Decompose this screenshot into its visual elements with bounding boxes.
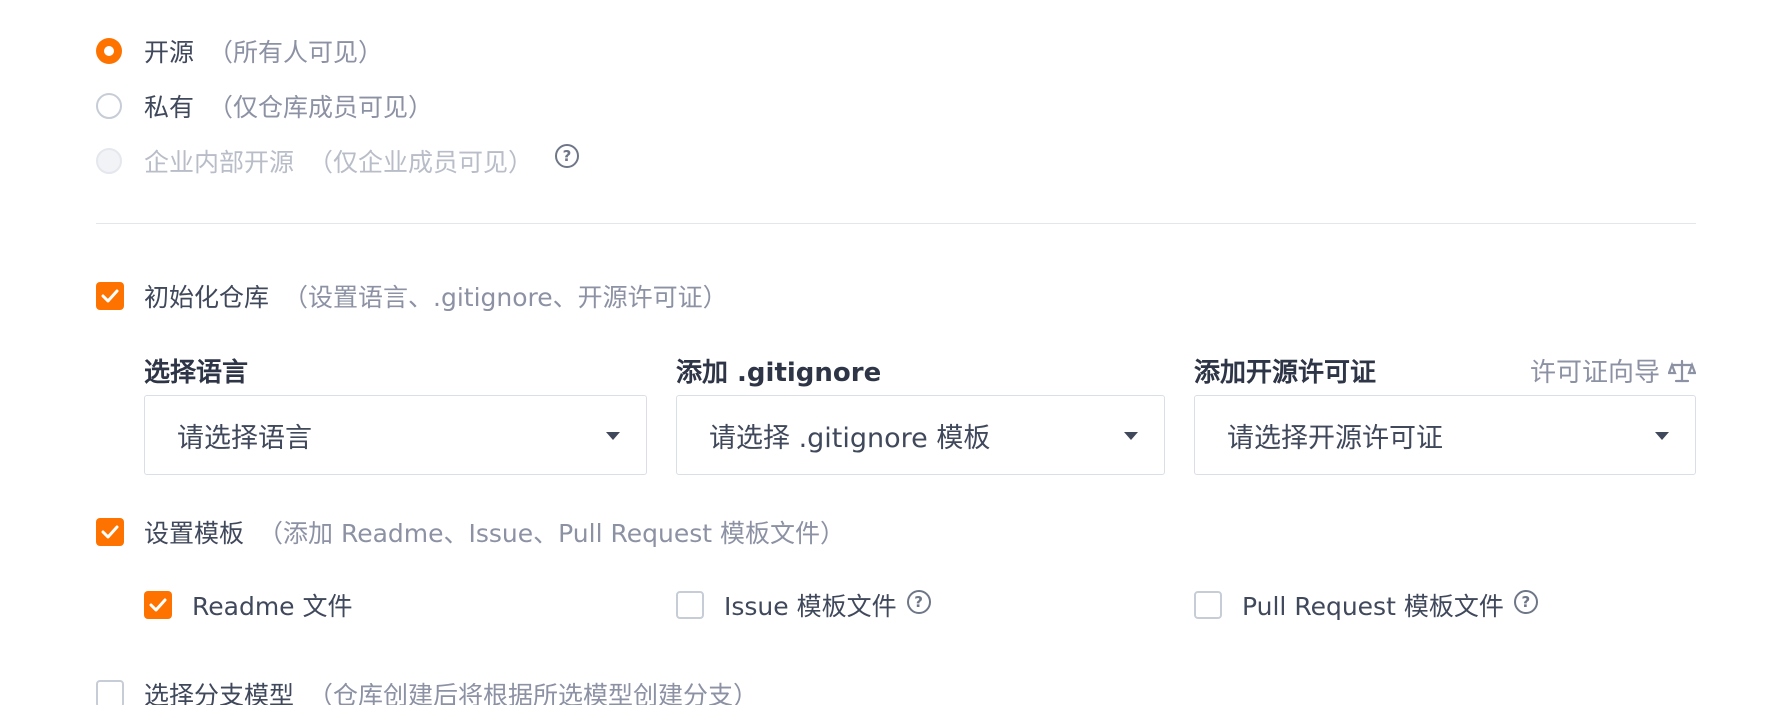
- check-icon: [149, 598, 167, 612]
- radio-private-button[interactable]: [96, 93, 122, 119]
- init-repo-checkbox[interactable]: [96, 282, 124, 310]
- radio-public-label: 开源: [144, 38, 195, 67]
- template-label: 设置模板: [144, 519, 245, 548]
- init-repo-label: 初始化仓库: [144, 283, 270, 312]
- license-select-value: 请选择开源许可证: [1227, 422, 1443, 454]
- check-icon: [101, 289, 119, 303]
- issue-template-option[interactable]: Issue 模板文件 ?: [676, 587, 931, 623]
- issue-template-checkbox[interactable]: [676, 591, 704, 619]
- radio-public-button[interactable]: [96, 38, 122, 64]
- branch-model-option[interactable]: 选择分支模型 （仓库创建后将根据所选模型创建分支）: [96, 676, 758, 705]
- readme-label: Readme 文件: [192, 592, 353, 621]
- radio-private[interactable]: 私有 （仅仓库成员可见）: [96, 88, 433, 124]
- chevron-down-icon: [606, 432, 620, 440]
- license-guide-link[interactable]: 许可证向导: [1530, 352, 1696, 389]
- chevron-down-icon: [1124, 432, 1138, 440]
- branch-model-hint: （仓库创建后将根据所选模型创建分支）: [308, 681, 759, 705]
- pr-template-option[interactable]: Pull Request 模板文件 ?: [1194, 587, 1538, 623]
- section-divider: [96, 223, 1696, 224]
- language-select[interactable]: 请选择语言: [144, 395, 647, 475]
- init-repo-hint: （设置语言、.gitignore、开源许可证）: [283, 283, 728, 312]
- license-label: 添加开源许可证: [1194, 358, 1377, 388]
- gitignore-select-value: 请选择 .gitignore 模板: [709, 422, 991, 454]
- radio-public-hint: （所有人可见）: [208, 38, 384, 67]
- pr-template-label: Pull Request 模板文件: [1242, 592, 1504, 621]
- template-hint: （添加 Readme、Issue、Pull Request 模板文件）: [258, 519, 845, 548]
- license-guide-label: 许可证向导: [1529, 358, 1660, 388]
- branch-model-label: 选择分支模型: [144, 681, 295, 705]
- template-checkbox[interactable]: [96, 518, 124, 546]
- radio-private-label: 私有: [144, 93, 195, 122]
- radio-enterprise-hint: （仅企业成员可见）: [308, 148, 534, 177]
- radio-enterprise-button: [96, 148, 122, 174]
- branch-model-checkbox[interactable]: [96, 680, 124, 705]
- language-label: 选择语言: [144, 358, 249, 388]
- pr-template-checkbox[interactable]: [1194, 591, 1222, 619]
- language-select-value: 请选择语言: [177, 422, 312, 454]
- help-icon[interactable]: ?: [1513, 590, 1538, 614]
- issue-template-label: Issue 模板文件: [724, 592, 897, 621]
- scale-icon: [1668, 359, 1696, 382]
- license-select[interactable]: 请选择开源许可证: [1194, 395, 1696, 475]
- help-icon[interactable]: ?: [906, 590, 931, 614]
- check-icon: [101, 525, 119, 539]
- readme-option[interactable]: Readme 文件: [144, 587, 353, 623]
- gitignore-select[interactable]: 请选择 .gitignore 模板: [676, 395, 1165, 475]
- template-option[interactable]: 设置模板 （添加 Readme、Issue、Pull Request 模板文件）: [96, 514, 845, 550]
- radio-enterprise: 企业内部开源 （仅企业成员可见） ?: [96, 143, 580, 179]
- readme-checkbox[interactable]: [144, 591, 172, 619]
- init-repo-option[interactable]: 初始化仓库 （设置语言、.gitignore、开源许可证）: [96, 278, 728, 314]
- chevron-down-icon: [1655, 432, 1669, 440]
- radio-public[interactable]: 开源 （所有人可见）: [96, 33, 383, 69]
- gitignore-label: 添加 .gitignore: [676, 358, 882, 388]
- radio-private-hint: （仅仓库成员可见）: [208, 93, 434, 122]
- radio-enterprise-label: 企业内部开源: [144, 148, 295, 177]
- help-icon[interactable]: ?: [555, 144, 580, 168]
